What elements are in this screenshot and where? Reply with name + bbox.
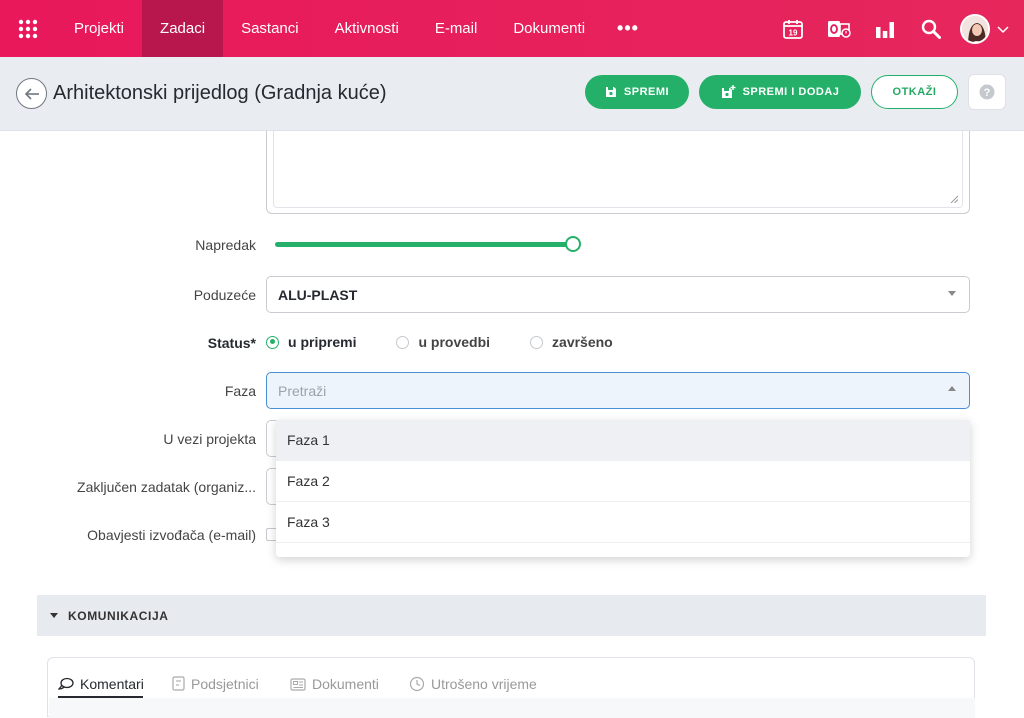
back-button[interactable] [16,78,47,109]
resize-handle-icon[interactable] [950,195,958,203]
comment-icon [58,677,74,690]
description-textarea[interactable] [266,131,970,214]
description-textarea-inner[interactable] [273,131,963,208]
save-button-label: SPREMI [623,86,670,98]
tab-label: Podsjetnici [191,675,259,692]
tab-dokumenti[interactable]: Dokumenti [290,669,379,698]
nav-item-projekti[interactable]: Projekti [56,0,142,57]
chevron-down-icon [997,25,1009,33]
top-navigation-bar: Projekti Zadaci Sastanci Aktivnosti E-ma… [0,0,1024,57]
page-title: Arhitektonski prijedlog (Gradnja kuće) [53,82,387,104]
bar-chart-icon[interactable] [862,0,908,57]
caret-down-icon [948,291,956,296]
radio-unselected-icon[interactable] [530,335,544,349]
nav-item-aktivnosti[interactable]: Aktivnosti [317,0,417,57]
user-menu[interactable] [954,0,1024,57]
radio-unselected-icon[interactable] [396,335,410,349]
status-radio-zavrseno[interactable]: završeno [530,334,613,350]
form-content: Napredak Poduzeće ALU-PLAST Status* u pr… [0,131,1024,718]
phase-option-faza-2[interactable]: Faza 2 [276,461,970,502]
tab-content-area [49,698,975,718]
status-option-label: u pripremi [288,334,357,350]
floppy-disk-plus-icon [721,85,736,98]
tab-utroseno-vrijeme[interactable]: Utrošeno vrijeme [409,669,537,698]
progress-slider-track[interactable] [275,242,573,247]
cancel-button[interactable]: OTKAŽI [871,75,958,109]
status-option-label: završeno [552,334,613,350]
progress-label: Napredak [195,237,256,253]
company-label: Poduzeće [193,287,256,303]
search-icon[interactable] [908,0,954,57]
outlook-icon[interactable] [816,0,862,57]
phase-label: Faza [224,383,256,399]
closed-task-label: Zaključen zadatak (organiz... [77,479,256,495]
status-radio-u-provedbi[interactable]: u provedbi [396,334,490,350]
user-avatar[interactable] [960,13,990,44]
communication-tabs: Komentari Podsjetnici Dokumenti Utrošeno… [47,657,975,718]
phase-option-faza-3[interactable]: Faza 3 [276,502,970,543]
reminder-icon [172,676,185,691]
more-menu-icon[interactable]: ••• [603,18,653,39]
company-value: ALU-PLAST [278,286,358,303]
tab-komentari[interactable]: Komentari [58,669,144,698]
help-button[interactable]: ? [968,74,1006,110]
tab-label: Utrošeno vrijeme [431,675,537,692]
phase-option-faza-1[interactable]: Faza 1 [276,420,970,461]
nav-item-email[interactable]: E-mail [417,0,496,57]
project-label: U vezi projekta [163,431,256,447]
caret-down-icon [50,612,58,618]
page-header: Arhitektonski prijedlog (Gradnja kuće) S… [0,57,1024,131]
tab-label: Komentari [80,675,144,692]
progress-slider-fill [275,242,573,247]
phase-dropdown-list: Faza 1 Faza 2 Faza 3 [276,420,970,557]
caret-up-icon [948,386,956,391]
tab-podsjetnici[interactable]: Podsjetnici [172,669,259,698]
floppy-disk-icon [605,87,616,97]
phase-search-select[interactable]: Pretraži [266,372,970,409]
svg-text:?: ? [984,87,991,99]
save-button[interactable]: SPREMI [585,75,689,109]
help-icon: ? [979,84,995,100]
arrow-left-icon [24,87,39,100]
save-and-add-button-label: SPREMI I DODAJ [742,86,840,98]
cancel-button-label: OTKAŽI [892,86,937,98]
radio-selected-icon[interactable] [266,335,279,349]
documents-icon [290,677,306,691]
top-right-toolbar: 19 [770,0,1024,57]
tab-label: Dokumenti [312,675,379,692]
clock-icon [409,676,425,691]
nav-item-sastanci[interactable]: Sastanci [223,0,317,57]
phase-search-placeholder[interactable]: Pretraži [278,383,326,399]
status-radio-u-pripremi[interactable]: u pripremi [266,334,356,350]
status-option-label: u provedbi [418,334,491,350]
apps-grid-icon[interactable] [0,0,56,57]
company-select[interactable]: ALU-PLAST [266,276,970,313]
notify-contractor-label: Obavjesti izvođača (e-mail) [87,527,256,543]
nav-item-zadaci[interactable]: Zadaci [142,0,224,57]
status-radio-group: u pripremi u provedbi završeno [266,334,653,350]
calendar-day-text: 19 [789,28,798,37]
communication-section-title: KOMUNIKACIJA [68,608,169,623]
save-and-add-button[interactable]: SPREMI I DODAJ [699,75,861,109]
progress-slider-thumb[interactable] [565,236,581,252]
nav-item-dokumenti[interactable]: Dokumenti [495,0,603,57]
status-label: Status* [207,335,256,351]
calendar-icon[interactable]: 19 [770,0,816,57]
communication-section-header[interactable]: KOMUNIKACIJA [37,595,986,636]
